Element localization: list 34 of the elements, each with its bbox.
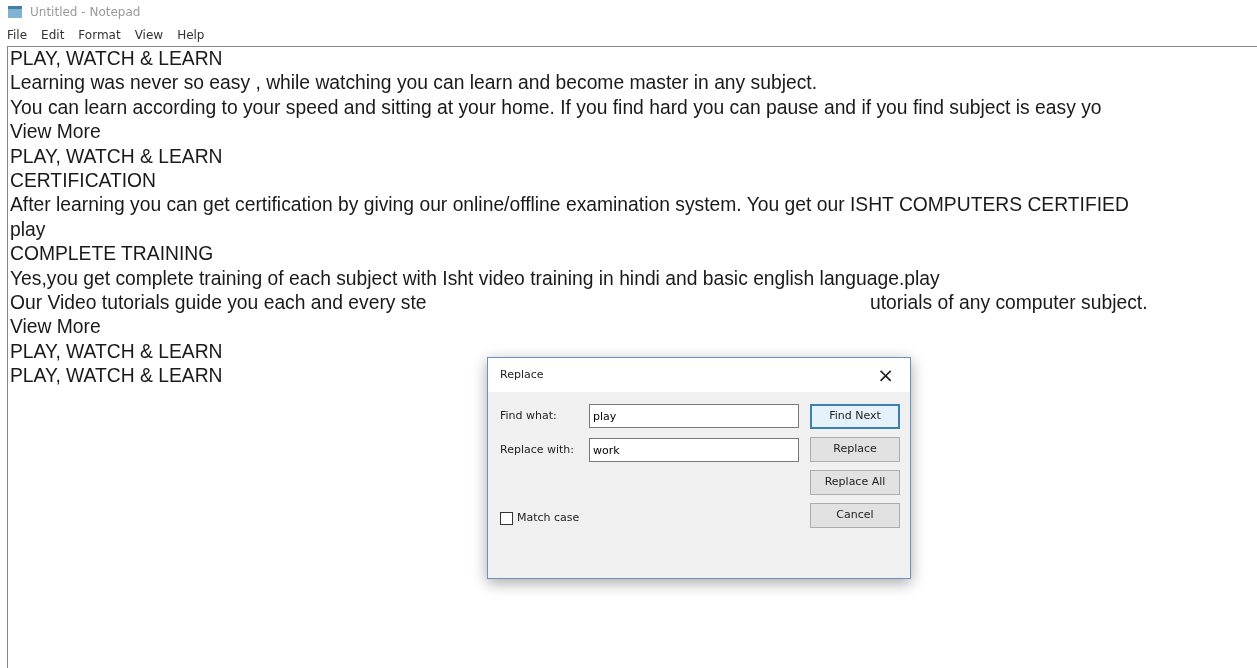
dialog-button[interactable]: Cancel [810,503,900,528]
menu-item[interactable]: Format [77,26,122,44]
text-line: utorials of any computer subject. [870,291,1148,316]
text-line: You can learn according to your speed and sitting at your home. If you find hard you can pause and if you find subject is easy yo [10,95,1102,120]
window-title: Untitled - Notepad [30,4,141,21]
checkbox-label: Match case [517,510,580,526]
text-line: PLAY, WATCH & LEARN [10,339,223,364]
text-line: Our Video tutorials guide you each and every ste [10,291,427,316]
text-line: Learning was never so easy , while watching you can learn and become master in any subject. [10,71,818,96]
menu-item[interactable]: View [133,26,165,44]
text-line: COMPLETE TRAINING [10,242,214,267]
dialog-button[interactable]: Find Next [810,404,900,429]
text-field[interactable]: work [589,438,799,462]
text-line: CERTIFICATION [10,169,157,194]
text-line: PLAY, WATCH & LEARN [10,144,223,169]
notepad-icon [6,4,24,20]
text-line: View More [10,315,101,340]
text-line: play [10,217,46,242]
text-line: Yes,you get complete training of each subject with Isht video training in hindi and basic english language.play [10,266,940,291]
text-line: PLAY, WATCH & LEARN [10,47,223,71]
field-label: Replace with: [500,441,576,458]
menu-item[interactable]: File [6,26,29,44]
checkbox[interactable] [500,511,513,525]
menu-item[interactable]: Edit [40,26,66,44]
field-label: Find what: [500,407,558,424]
dialog-title: Replace [500,366,544,383]
text-line: After learning you can get certification by giving our online/offline examination system. You get our ISHT COMPUTERS CERTIFIED [10,193,1129,218]
dialog-button[interactable]: Replace All [810,470,900,495]
menu-item[interactable]: Help [176,26,206,44]
text-field[interactable]: play [589,404,799,428]
dialog-button[interactable]: Replace [810,437,900,462]
text-line: PLAY, WATCH & LEARN [10,364,223,389]
text-line: View More [10,120,101,145]
close-button[interactable]: × [873,365,898,385]
